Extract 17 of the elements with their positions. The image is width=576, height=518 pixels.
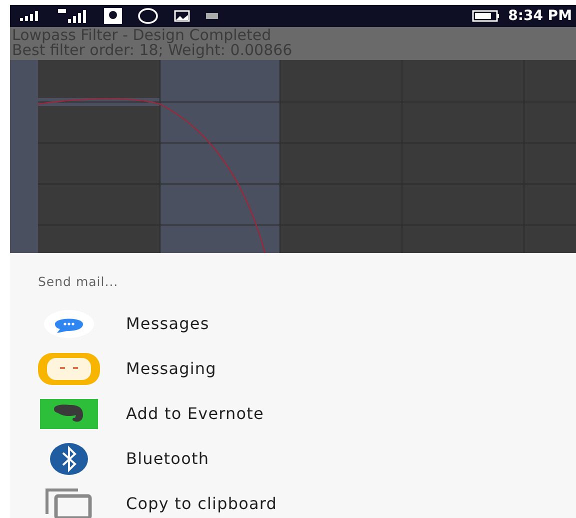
- share-option[interactable]: Messages: [10, 301, 576, 346]
- clock-time: 8:34 PM: [508, 6, 572, 26]
- image-icon: [174, 10, 190, 22]
- sheet-title: Send mail...: [38, 274, 118, 289]
- notification-icon: [104, 8, 122, 24]
- chat-bubble-icon: [43, 308, 95, 338]
- bluetooth-icon: [49, 442, 89, 476]
- signal-icon: [58, 9, 88, 23]
- share-option[interactable]: Bluetooth: [10, 436, 576, 481]
- elephant-icon: [40, 398, 98, 428]
- share-option[interactable]: Add to Evernote: [10, 391, 576, 436]
- share-option[interactable]: Messaging: [10, 346, 576, 391]
- share-option[interactable]: Copy to clipboard: [10, 481, 576, 518]
- battery-icon: [472, 10, 500, 22]
- copy-icon: [44, 488, 94, 518]
- chat-icon: [138, 8, 158, 24]
- chat-bubble-icon: [38, 352, 100, 384]
